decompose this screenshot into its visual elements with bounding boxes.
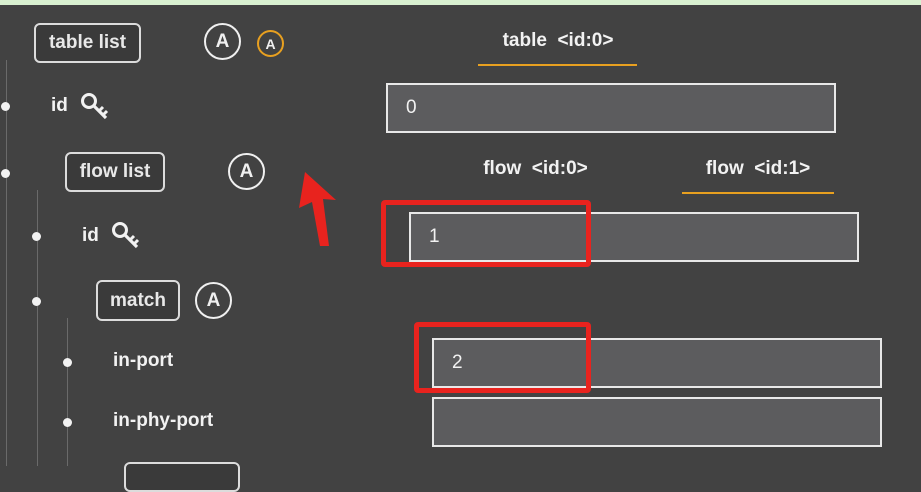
in-phy-port-label: in-phy-port xyxy=(113,410,214,431)
top-border xyxy=(0,0,921,5)
tree-guide-line xyxy=(6,60,7,466)
tree-bullet xyxy=(1,102,10,111)
in-phy-port-field[interactable] xyxy=(432,397,882,447)
table-id-field[interactable]: 0 xyxy=(386,83,836,133)
flow-id-label: id xyxy=(82,225,99,246)
auto-badge-icon[interactable]: A xyxy=(257,30,284,57)
tab-table-0-underline xyxy=(478,64,637,66)
key-icon xyxy=(81,93,109,120)
key-icon xyxy=(112,222,140,249)
tree-bullet xyxy=(1,169,10,178)
tree-bullet xyxy=(32,232,41,241)
tree-bullet xyxy=(63,358,72,367)
tab-flow-1[interactable]: flow <id:1> xyxy=(682,158,834,180)
table-list-button[interactable]: table list xyxy=(34,23,141,63)
match-label: match xyxy=(110,289,166,311)
annotation-highlight-box xyxy=(381,200,591,267)
next-node-button[interactable] xyxy=(124,462,240,492)
tab-table-0[interactable]: table <id:0> xyxy=(478,30,638,52)
flow-list-label: flow list xyxy=(79,161,151,182)
table-id-value: 0 xyxy=(406,97,417,118)
match-button[interactable]: match xyxy=(96,280,180,321)
tab-flow-1-underline xyxy=(682,192,834,194)
auto-badge-icon[interactable]: A xyxy=(195,282,232,319)
auto-badge-icon[interactable]: A xyxy=(228,153,265,190)
tree-guide-line xyxy=(67,318,68,466)
annotation-highlight-box xyxy=(414,322,591,393)
tree-bullet xyxy=(32,297,41,306)
auto-badge-icon[interactable]: A xyxy=(204,23,241,60)
flow-list-button[interactable]: flow list xyxy=(65,152,165,192)
table-id-label: id xyxy=(51,95,68,116)
table-list-label: table list xyxy=(48,32,127,53)
tab-flow-0[interactable]: flow <id:0> xyxy=(458,158,613,180)
tree-bullet xyxy=(63,418,72,427)
red-arrow-annotation xyxy=(299,172,336,246)
in-port-label: in-port xyxy=(113,350,174,371)
